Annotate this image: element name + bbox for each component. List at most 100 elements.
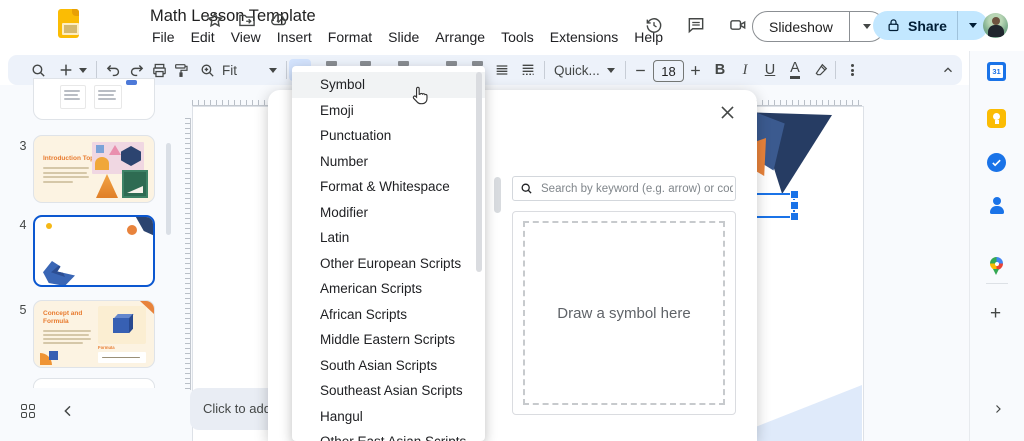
formula-box bbox=[98, 352, 146, 363]
menu-format[interactable]: Format bbox=[320, 27, 380, 47]
slide-thumbnail-2[interactable] bbox=[33, 78, 155, 120]
chalkboard-illustration bbox=[122, 170, 148, 198]
menu-item-southeast-asian[interactable]: Southeast Asian Scripts bbox=[292, 378, 485, 404]
menu-item-american[interactable]: American Scripts bbox=[292, 276, 485, 302]
text-color-button[interactable]: A bbox=[784, 59, 806, 81]
toolbar-divider bbox=[96, 61, 97, 79]
menu-item-latin[interactable]: Latin bbox=[292, 225, 485, 251]
slide-number: 5 bbox=[16, 303, 30, 317]
selection-handle[interactable] bbox=[790, 201, 799, 210]
menu-item-other-east-asian[interactable]: Other East Asian Scripts bbox=[292, 429, 485, 441]
quick-layouts-select[interactable]: Quick... bbox=[554, 63, 600, 78]
menu-arrange[interactable]: Arrange bbox=[427, 27, 493, 47]
hand-cursor bbox=[410, 85, 431, 108]
collapse-menus-button[interactable] bbox=[937, 59, 959, 81]
collapse-filmstrip-icon[interactable] bbox=[60, 403, 76, 419]
menu-file[interactable]: File bbox=[144, 27, 183, 47]
formula-label: Formula bbox=[98, 346, 115, 350]
menu-item-middle-eastern[interactable]: Middle Eastern Scripts bbox=[292, 327, 485, 353]
font-size-input[interactable]: 18 bbox=[653, 60, 684, 82]
character-search-box bbox=[512, 176, 736, 201]
slide-thumbnail-5[interactable]: Concept and Formula Formula bbox=[33, 300, 155, 368]
vertical-ruler bbox=[181, 118, 191, 390]
slides-logo-icon[interactable] bbox=[58, 9, 79, 38]
thumb-card bbox=[94, 85, 122, 109]
menu-insert[interactable]: Insert bbox=[269, 27, 320, 47]
chevron-down-icon bbox=[969, 23, 977, 28]
slide-thumbnail-3[interactable]: Introduction Topic bbox=[33, 135, 155, 203]
top-bar: Math Lesson Template File Edit View Inse… bbox=[0, 0, 1024, 51]
decrease-font-size-button[interactable] bbox=[629, 59, 651, 81]
slideshow-button[interactable]: Slideshow bbox=[753, 19, 849, 35]
contacts-icon[interactable] bbox=[987, 196, 1006, 215]
share-button[interactable]: Share bbox=[901, 18, 957, 34]
menu-item-format-whitespace[interactable]: Format & Whitespace bbox=[292, 174, 485, 200]
line-spacing-icon[interactable] bbox=[517, 59, 539, 81]
menu-item-symbol[interactable]: Symbol bbox=[292, 72, 485, 98]
logo-fold bbox=[72, 9, 79, 16]
menu-item-modifier[interactable]: Modifier bbox=[292, 200, 485, 226]
version-history-icon[interactable] bbox=[644, 15, 664, 35]
toolbar-divider bbox=[544, 61, 545, 79]
italic-button[interactable]: I bbox=[734, 59, 756, 81]
close-icon[interactable] bbox=[718, 103, 737, 122]
menu-item-other-european[interactable]: Other European Scripts bbox=[292, 251, 485, 277]
menu-scrollbar[interactable] bbox=[476, 72, 482, 272]
menu-slide[interactable]: Slide bbox=[380, 27, 427, 47]
slide-thumbnail-4-selected[interactable] bbox=[33, 215, 155, 287]
menu-view[interactable]: View bbox=[223, 27, 269, 47]
orange-ball bbox=[127, 225, 137, 235]
logo-bar bbox=[62, 23, 79, 35]
draw-hint-text: Draw a symbol here bbox=[557, 305, 690, 322]
selection-handle[interactable] bbox=[790, 190, 799, 199]
quick-layouts-dropdown[interactable] bbox=[604, 59, 618, 81]
increase-font-size-button[interactable] bbox=[684, 59, 706, 81]
menu-item-punctuation[interactable]: Punctuation bbox=[292, 123, 485, 149]
comments-icon[interactable] bbox=[686, 15, 706, 35]
filmstrip-scrollbar[interactable] bbox=[166, 143, 171, 235]
paint-format-icon[interactable] bbox=[170, 59, 192, 81]
menu-bar: File Edit View Insert Format Slide Arran… bbox=[144, 27, 671, 47]
grid-view-icon[interactable] bbox=[21, 404, 37, 420]
menu-edit[interactable]: Edit bbox=[183, 27, 223, 47]
draw-symbol-area[interactable]: Draw a symbol here bbox=[512, 211, 736, 415]
blue-polygon-shape bbox=[43, 261, 75, 286]
selection-handle[interactable] bbox=[790, 212, 799, 221]
account-avatar[interactable] bbox=[983, 13, 1008, 38]
avatar-body bbox=[988, 25, 1004, 37]
slideshow-split-button: Slideshow bbox=[752, 11, 885, 42]
maps-icon[interactable] bbox=[987, 257, 1006, 276]
add-addon-button[interactable]: + bbox=[990, 303, 1001, 325]
character-grid-scrollbar[interactable] bbox=[494, 177, 501, 213]
character-search-input[interactable] bbox=[539, 182, 735, 196]
menu-extensions[interactable]: Extensions bbox=[542, 27, 626, 47]
menu-item-emoji[interactable]: Emoji bbox=[292, 98, 485, 124]
highlight-color-button[interactable] bbox=[810, 59, 832, 81]
more-options-button[interactable] bbox=[841, 59, 863, 81]
menu-item-african[interactable]: African Scripts bbox=[292, 302, 485, 328]
lock-icon bbox=[886, 18, 901, 33]
menu-tools[interactable]: Tools bbox=[493, 27, 542, 47]
align-justify-icon[interactable] bbox=[491, 59, 513, 81]
underline-button[interactable]: U bbox=[759, 59, 781, 81]
cube-panel bbox=[98, 306, 146, 344]
slide-number: 4 bbox=[16, 218, 30, 232]
bold-button[interactable]: B bbox=[709, 59, 731, 81]
google-slides-app: Math Lesson Template File Edit View Inse… bbox=[0, 0, 1024, 441]
pyramid-shape[interactable] bbox=[746, 110, 832, 194]
keep-notes-icon[interactable] bbox=[987, 109, 1006, 128]
menu-item-number[interactable]: Number bbox=[292, 149, 485, 175]
zoom-in-icon[interactable] bbox=[196, 59, 218, 81]
workspace-side-panel: 31 + bbox=[969, 51, 1024, 441]
thumb-slide5-title: Concept and Formula bbox=[43, 310, 95, 325]
draw-symbol-canvas[interactable]: Draw a symbol here bbox=[523, 221, 725, 405]
show-side-panel-icon[interactable] bbox=[992, 403, 1004, 415]
zoom-fit-dropdown[interactable] bbox=[266, 59, 280, 81]
zoom-fit-select[interactable]: Fit bbox=[222, 63, 237, 78]
menu-item-south-asian[interactable]: South Asian Scripts bbox=[292, 353, 485, 379]
toolbar-divider bbox=[286, 61, 287, 79]
tasks-icon[interactable] bbox=[987, 153, 1006, 172]
calendar-icon[interactable]: 31 bbox=[987, 62, 1006, 81]
filmstrip-footer bbox=[0, 388, 178, 441]
menu-item-hangul[interactable]: Hangul bbox=[292, 404, 485, 430]
